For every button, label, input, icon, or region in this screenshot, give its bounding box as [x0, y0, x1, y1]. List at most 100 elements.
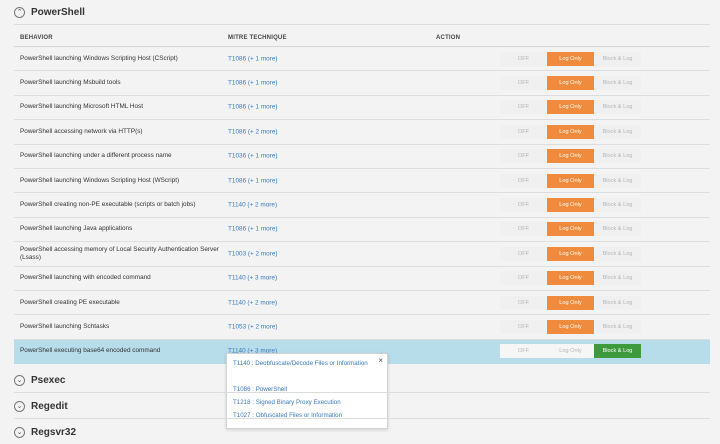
- off-button[interactable]: OFF: [500, 344, 547, 359]
- section-title: Psexec: [31, 374, 66, 386]
- off-button[interactable]: OFF: [500, 124, 547, 139]
- section-divider: [14, 24, 710, 25]
- block-and-log-button[interactable]: Block & Log: [594, 320, 641, 335]
- section-title: Regedit: [31, 400, 68, 412]
- block-and-log-button[interactable]: Block & Log: [594, 76, 641, 91]
- action-toggle: OFF Log Only Block & Log: [500, 198, 641, 213]
- table-row: PowerShell launching with encoded comman…: [14, 267, 710, 291]
- action-toggle: OFF Log Only Block & Log: [500, 271, 641, 286]
- action-toggle: OFF Log Only Block & Log: [500, 51, 641, 66]
- off-button[interactable]: OFF: [500, 51, 547, 66]
- mitre-technique-link[interactable]: T1003 (+ 2 more): [228, 250, 278, 257]
- mitre-technique-link[interactable]: T1086 (+ 1 more): [228, 177, 278, 184]
- action-toggle: OFF Log Only Block & Log: [500, 246, 641, 261]
- mitre-technique-link[interactable]: T1086 (+ 1 more): [228, 104, 278, 111]
- chevron-down-icon[interactable]: ⌄: [14, 400, 25, 412]
- section-header-powershell[interactable]: ⌃ PowerShell: [0, 0, 720, 24]
- log-only-button[interactable]: Log Only: [547, 320, 594, 335]
- mitre-technique-link[interactable]: T1086 (+ 2 more): [228, 128, 278, 135]
- off-button[interactable]: OFF: [500, 271, 547, 286]
- action-toggle: OFF Log Only Block & Log: [500, 222, 641, 237]
- log-only-button[interactable]: Log Only: [547, 271, 594, 286]
- log-only-button[interactable]: Log Only: [547, 198, 594, 213]
- log-only-button[interactable]: Log Only: [547, 51, 594, 66]
- log-only-button[interactable]: Log Only: [547, 149, 594, 164]
- header-action: ACTION: [436, 35, 461, 41]
- mitre-technique-link[interactable]: T1053 (+ 2 more): [228, 324, 278, 331]
- behavior-name: PowerShell launching Java applications: [20, 225, 133, 233]
- mitre-technique-link[interactable]: T1036 (+ 1 more): [228, 153, 278, 160]
- log-only-button[interactable]: Log Only: [547, 344, 594, 359]
- action-toggle: OFF Log Only Block & Log: [500, 149, 641, 164]
- mitre-technique-link[interactable]: T1140 (+ 3 more): [228, 275, 277, 282]
- log-only-button[interactable]: Log Only: [547, 295, 594, 310]
- block-and-log-button[interactable]: Block & Log: [594, 222, 641, 237]
- section-header-regedit[interactable]: ⌄ Regedit: [0, 394, 720, 418]
- mitre-technique-link[interactable]: T1140 (+ 2 more): [228, 299, 277, 306]
- section-divider: [14, 392, 710, 393]
- off-button[interactable]: OFF: [500, 198, 547, 213]
- chevron-up-icon[interactable]: ⌃: [14, 6, 25, 18]
- off-button[interactable]: OFF: [500, 76, 547, 91]
- action-toggle: OFF Log Only Block & Log: [500, 295, 641, 310]
- log-only-button[interactable]: Log Only: [547, 222, 594, 237]
- table-row: PowerShell launching Windows Scripting H…: [14, 169, 710, 194]
- close-icon[interactable]: ×: [378, 356, 383, 365]
- behavior-name: PowerShell launching Windows Scripting H…: [20, 54, 178, 62]
- log-only-button[interactable]: Log Only: [547, 124, 594, 139]
- off-button[interactable]: OFF: [500, 295, 547, 310]
- behavior-name: PowerShell launching with encoded comman…: [20, 274, 151, 282]
- chevron-down-icon[interactable]: ⌄: [14, 374, 25, 386]
- log-only-button[interactable]: Log Only: [547, 173, 594, 188]
- section-title: PowerShell: [31, 6, 85, 18]
- table-row: PowerShell launching Microsoft HTML Host…: [14, 96, 710, 121]
- block-and-log-button[interactable]: Block & Log: [594, 100, 641, 115]
- off-button[interactable]: OFF: [500, 149, 547, 164]
- mitre-technique-link[interactable]: T1086 (+ 1 more): [228, 226, 278, 233]
- block-and-log-button[interactable]: Block & Log: [594, 246, 641, 261]
- chevron-down-icon[interactable]: ⌄: [14, 426, 25, 438]
- block-and-log-button[interactable]: Block & Log: [594, 51, 641, 66]
- section-header-psexec[interactable]: ⌄ Psexec: [0, 368, 720, 392]
- behavior-name: PowerShell creating non-PE executable (s…: [20, 201, 196, 209]
- action-toggle: OFF Log Only Block & Log: [500, 100, 641, 115]
- table-row: PowerShell accessing network via HTTP(s)…: [14, 120, 710, 145]
- block-and-log-button[interactable]: Block & Log: [594, 295, 641, 310]
- behavior-name: PowerShell creating PE executable: [20, 298, 120, 306]
- header-behavior: BEHAVIOR: [20, 35, 53, 41]
- table-row: PowerShell launching Schtasks T1053 (+ 2 …: [14, 315, 710, 340]
- block-and-log-button[interactable]: Block & Log: [594, 344, 641, 359]
- table-row: PowerShell launching Msbuild tools T1086 …: [14, 71, 710, 96]
- log-only-button[interactable]: Log Only: [547, 76, 594, 91]
- behavior-name: PowerShell launching Msbuild tools: [20, 79, 121, 87]
- table-row: PowerShell accessing memory of Local Sec…: [14, 242, 710, 267]
- off-button[interactable]: OFF: [500, 320, 547, 335]
- block-and-log-button[interactable]: Block & Log: [594, 149, 641, 164]
- action-toggle: OFF Log Only Block & Log: [500, 124, 641, 139]
- block-and-log-button[interactable]: Block & Log: [594, 198, 641, 213]
- behavior-name: PowerShell launching under a different p…: [20, 152, 172, 160]
- table-row: PowerShell creating PE executable T1140 (…: [14, 291, 710, 316]
- section-title: Regsvr32: [31, 426, 77, 438]
- section-header-regsvr32[interactable]: ⌄ Regsvr32: [0, 420, 720, 444]
- action-toggle: OFF Log Only Block & Log: [500, 344, 641, 359]
- behavior-name: PowerShell launching Schtasks: [20, 323, 110, 331]
- mitre-technique-link[interactable]: T1086 (+ 1 more): [228, 80, 278, 87]
- block-and-log-button[interactable]: Block & Log: [594, 173, 641, 188]
- action-toggle: OFF Log Only Block & Log: [500, 173, 641, 188]
- block-and-log-button[interactable]: Block & Log: [594, 271, 641, 286]
- behavior-name: PowerShell accessing memory of Local Sec…: [20, 245, 219, 261]
- off-button[interactable]: OFF: [500, 100, 547, 115]
- block-and-log-button[interactable]: Block & Log: [594, 124, 641, 139]
- off-button[interactable]: OFF: [500, 173, 547, 188]
- off-button[interactable]: OFF: [500, 246, 547, 261]
- mitre-technique-link[interactable]: T1086 (+ 1 more): [228, 55, 278, 62]
- log-only-button[interactable]: Log Only: [547, 246, 594, 261]
- action-toggle: OFF Log Only Block & Log: [500, 76, 641, 91]
- action-toggle: OFF Log Only Block & Log: [500, 320, 641, 335]
- log-only-button[interactable]: Log Only: [547, 100, 594, 115]
- off-button[interactable]: OFF: [500, 222, 547, 237]
- table-header: BEHAVIOR MITRE TECHNIQUE ACTION: [14, 30, 710, 47]
- mitre-technique-link[interactable]: T1140 (+ 2 more): [228, 202, 277, 209]
- table-row: PowerShell launching Java applications T1…: [14, 218, 710, 243]
